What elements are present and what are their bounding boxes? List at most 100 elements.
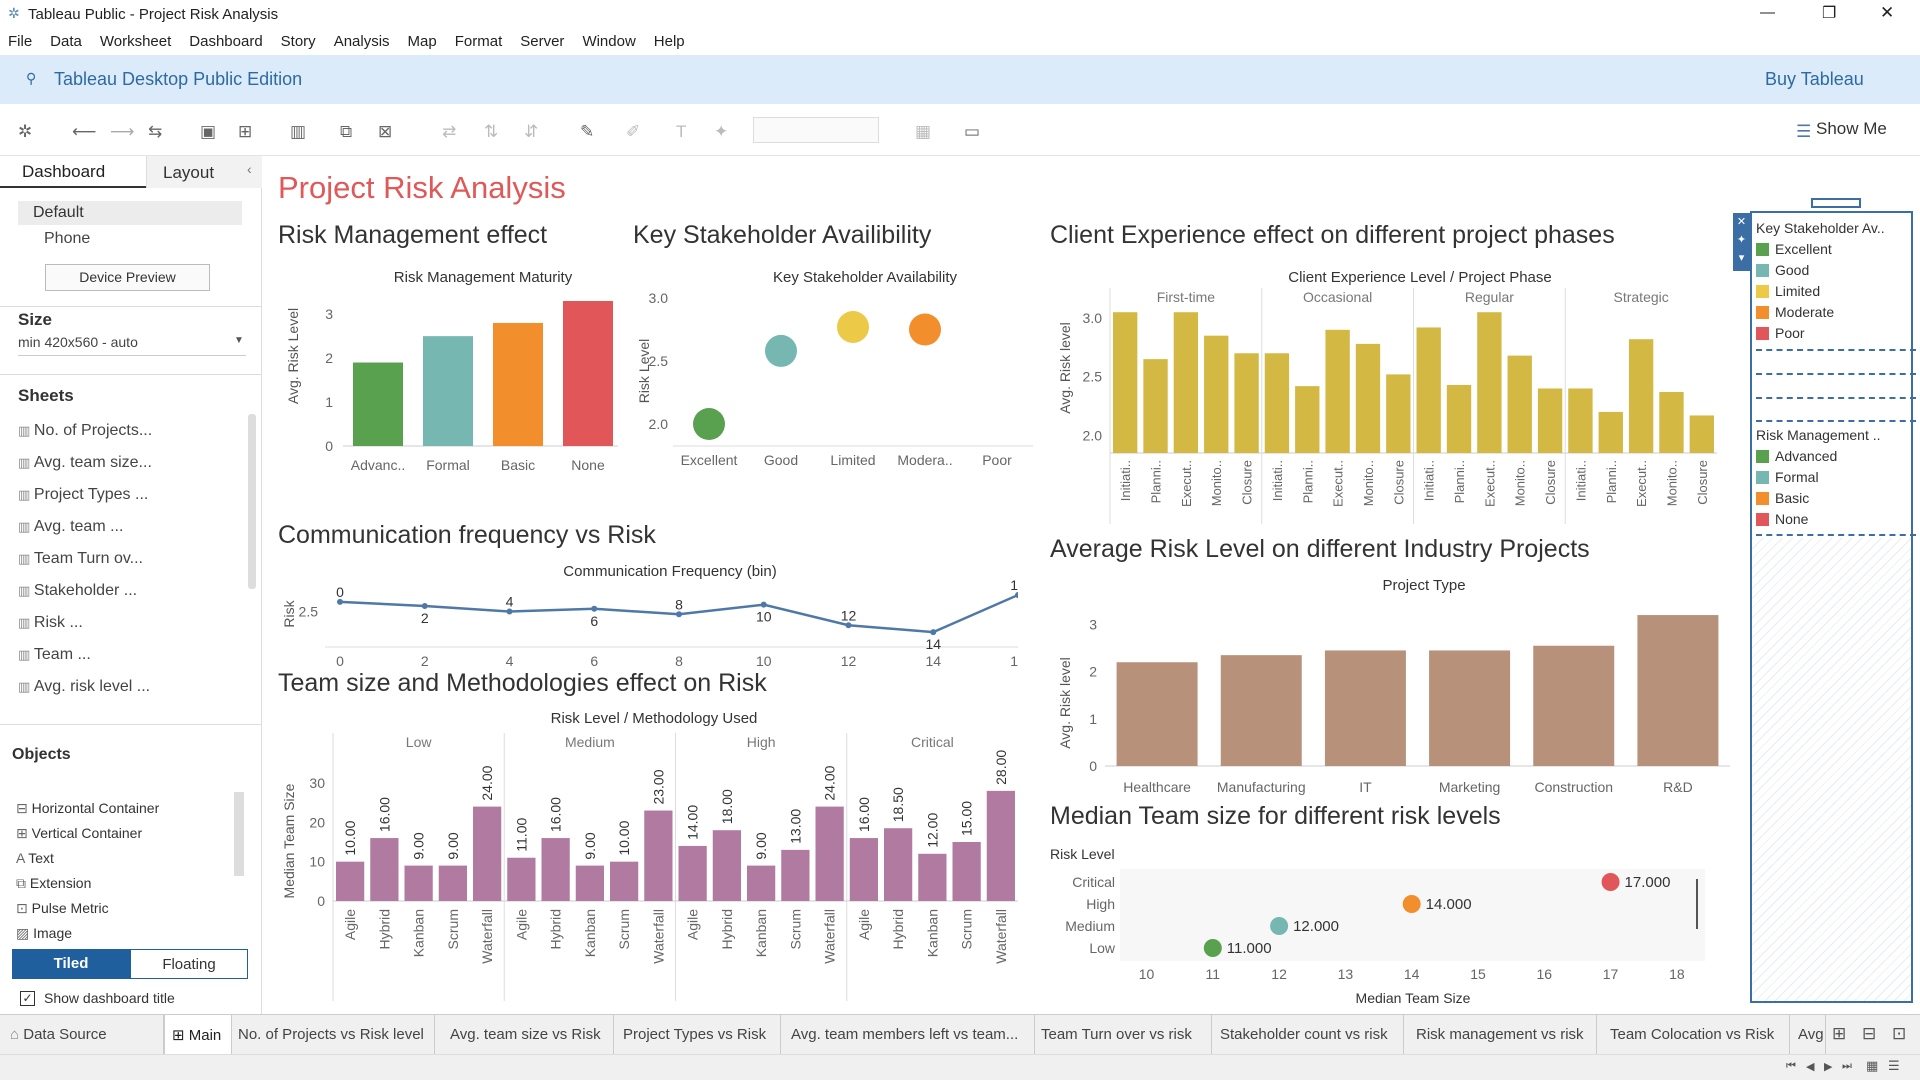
prev-sheet-icon[interactable]: ◀: [1806, 1060, 1814, 1073]
bar: [610, 861, 639, 901]
legend-item[interactable]: Poor: [1756, 325, 1805, 341]
device-phone[interactable]: Phone: [44, 230, 90, 248]
show-cards-icon[interactable]: ▦: [915, 122, 931, 142]
size-dropdown[interactable]: min 420x560 - auto ▼: [18, 334, 246, 356]
sheet-item[interactable]: ▥ Avg. risk level ...: [18, 678, 150, 696]
undo-icon[interactable]: ⟵: [72, 122, 96, 142]
menu-data[interactable]: Data: [42, 29, 92, 50]
tab-sheet[interactable]: Team Turn over vs risk: [1035, 1015, 1212, 1054]
list-view-icon[interactable]: ☰: [1888, 1058, 1900, 1074]
objects-scrollbar[interactable]: [234, 792, 244, 876]
legend-item[interactable]: Basic: [1756, 490, 1809, 506]
menu-help[interactable]: Help: [646, 29, 695, 50]
layout-tab[interactable]: Layout ‹: [146, 156, 262, 188]
legend-drag-handle[interactable]: [1811, 198, 1861, 208]
object-item[interactable]: ⊡ Pulse Metric: [16, 900, 109, 917]
sort-desc-icon[interactable]: ⇵: [524, 122, 538, 142]
sheet-item[interactable]: ▥ Avg. team ...: [18, 518, 123, 536]
legend-item[interactable]: Advanced: [1756, 448, 1837, 464]
menu-dashboard[interactable]: Dashboard: [181, 29, 272, 50]
sheets-scrollbar[interactable]: [248, 414, 256, 589]
sheet-item[interactable]: ▥ Risk ...: [18, 614, 83, 632]
menu-format[interactable]: Format: [447, 29, 513, 50]
grid-view-icon[interactable]: ▦: [1866, 1058, 1878, 1074]
tiled-button[interactable]: Tiled: [12, 949, 130, 979]
next-sheet-icon[interactable]: ▶: [1824, 1060, 1832, 1073]
show-me-button[interactable]: Show Me: [1816, 119, 1887, 139]
replay-icon[interactable]: ⇆: [148, 122, 162, 142]
new-datasource-icon[interactable]: ⊞: [238, 122, 252, 142]
menu-window[interactable]: Window: [574, 29, 645, 50]
tab-sheet[interactable]: No. of Projects vs Risk level: [232, 1015, 435, 1054]
object-item[interactable]: ⧉ Extension: [16, 875, 91, 892]
tab-sheet[interactable]: Team Colocation vs Risk: [1597, 1015, 1790, 1054]
menu-story[interactable]: Story: [273, 29, 326, 50]
tab-sheet[interactable]: Avg: [1790, 1015, 1826, 1054]
minimize-button[interactable]: —: [1760, 4, 1775, 21]
tableau-icon[interactable]: ✲: [18, 122, 32, 142]
sheet-item[interactable]: ▥ Team ...: [18, 646, 91, 664]
dashboard-tab[interactable]: Dashboard: [0, 156, 146, 188]
new-worksheet-icon[interactable]: ⊞: [1832, 1024, 1846, 1044]
menu-file[interactable]: File: [0, 29, 42, 50]
buy-tableau-link[interactable]: Buy Tableau: [1765, 69, 1864, 90]
new-sheet-icon[interactable]: ▥: [290, 122, 306, 142]
sort-asc-icon[interactable]: ⇅: [484, 122, 498, 142]
tab-sheet[interactable]: Avg. team size vs Risk: [435, 1015, 614, 1054]
menu-worksheet[interactable]: Worksheet: [92, 29, 181, 50]
legend-swatch: [1756, 264, 1769, 277]
size-value: min 420x560 - auto: [18, 334, 138, 350]
legend-label: Formal: [1775, 469, 1819, 485]
last-sheet-icon[interactable]: ⏭: [1842, 1060, 1852, 1073]
show-me-icon[interactable]: ☰: [1796, 122, 1811, 142]
tab-main[interactable]: ⊞ Main: [164, 1015, 232, 1054]
sheet-item[interactable]: ▥ Project Types ...: [18, 486, 148, 504]
legend-item[interactable]: Limited: [1756, 283, 1820, 299]
object-item[interactable]: ⊟ Horizontal Container: [16, 800, 159, 817]
swap-icon[interactable]: ⇄: [442, 122, 456, 142]
legend-item[interactable]: Excellent: [1756, 241, 1832, 257]
tab-sheet[interactable]: Stakeholder count vs risk: [1212, 1015, 1404, 1054]
save-icon[interactable]: ▣: [200, 122, 216, 142]
legend-item[interactable]: Good: [1756, 262, 1809, 278]
duplicate-icon[interactable]: ⧉: [340, 122, 352, 142]
sheet-item[interactable]: ▥ Team Turn ov...: [18, 550, 143, 568]
redo-icon[interactable]: ⟶: [110, 122, 134, 142]
sheet-item[interactable]: ▥ Stakeholder ...: [18, 582, 137, 600]
bar: [563, 301, 613, 446]
menu-map[interactable]: Map: [400, 29, 447, 50]
close-button[interactable]: ✕: [1880, 3, 1894, 23]
new-dashboard-icon[interactable]: ⊟: [1862, 1024, 1876, 1044]
fit-dropdown[interactable]: [753, 117, 879, 143]
highlight-icon[interactable]: ✎: [580, 122, 594, 142]
first-sheet-icon[interactable]: ⏮: [1786, 1060, 1796, 1073]
tab-sheet[interactable]: Project Types vs Risk: [614, 1015, 781, 1054]
tab-sheet[interactable]: Risk management vs risk: [1404, 1015, 1597, 1054]
tab-data-source[interactable]: ⌂ Data Source: [0, 1015, 164, 1054]
object-item[interactable]: ⊞ Vertical Container: [16, 825, 142, 842]
object-item[interactable]: ▨ Image: [16, 925, 72, 942]
collapse-icon[interactable]: ‹: [247, 161, 252, 177]
floating-button[interactable]: Floating: [130, 949, 248, 979]
maximize-button[interactable]: ❐: [1822, 3, 1836, 23]
menu-analysis[interactable]: Analysis: [326, 29, 400, 50]
legend-item[interactable]: Formal: [1756, 469, 1819, 485]
legend-item[interactable]: None: [1756, 511, 1808, 527]
object-item[interactable]: A Text: [16, 850, 54, 866]
presentation-icon[interactable]: ▭: [964, 122, 980, 142]
device-preview-button[interactable]: Device Preview: [45, 264, 210, 291]
sheet-item[interactable]: ▥ Avg. team size...: [18, 454, 152, 472]
clear-icon[interactable]: ⊠: [378, 122, 392, 142]
menu-server[interactable]: Server: [512, 29, 574, 50]
bar: [473, 806, 502, 901]
device-default[interactable]: Default: [18, 201, 242, 225]
attach-icon[interactable]: ✐: [626, 122, 640, 142]
legend-item[interactable]: Moderate: [1756, 304, 1834, 320]
label-icon[interactable]: T: [676, 122, 686, 142]
tab-sheet[interactable]: Avg. team members left vs team...: [781, 1015, 1035, 1054]
pin-toolbar-icon[interactable]: ✦: [714, 122, 728, 142]
legend-toolbar[interactable]: ✕ ✦ ▾: [1733, 213, 1750, 271]
new-story-icon[interactable]: ⊡: [1892, 1024, 1906, 1044]
sheet-item[interactable]: ▥ No. of Projects...: [18, 422, 152, 440]
show-title-checkbox[interactable]: ✓: [20, 991, 35, 1006]
